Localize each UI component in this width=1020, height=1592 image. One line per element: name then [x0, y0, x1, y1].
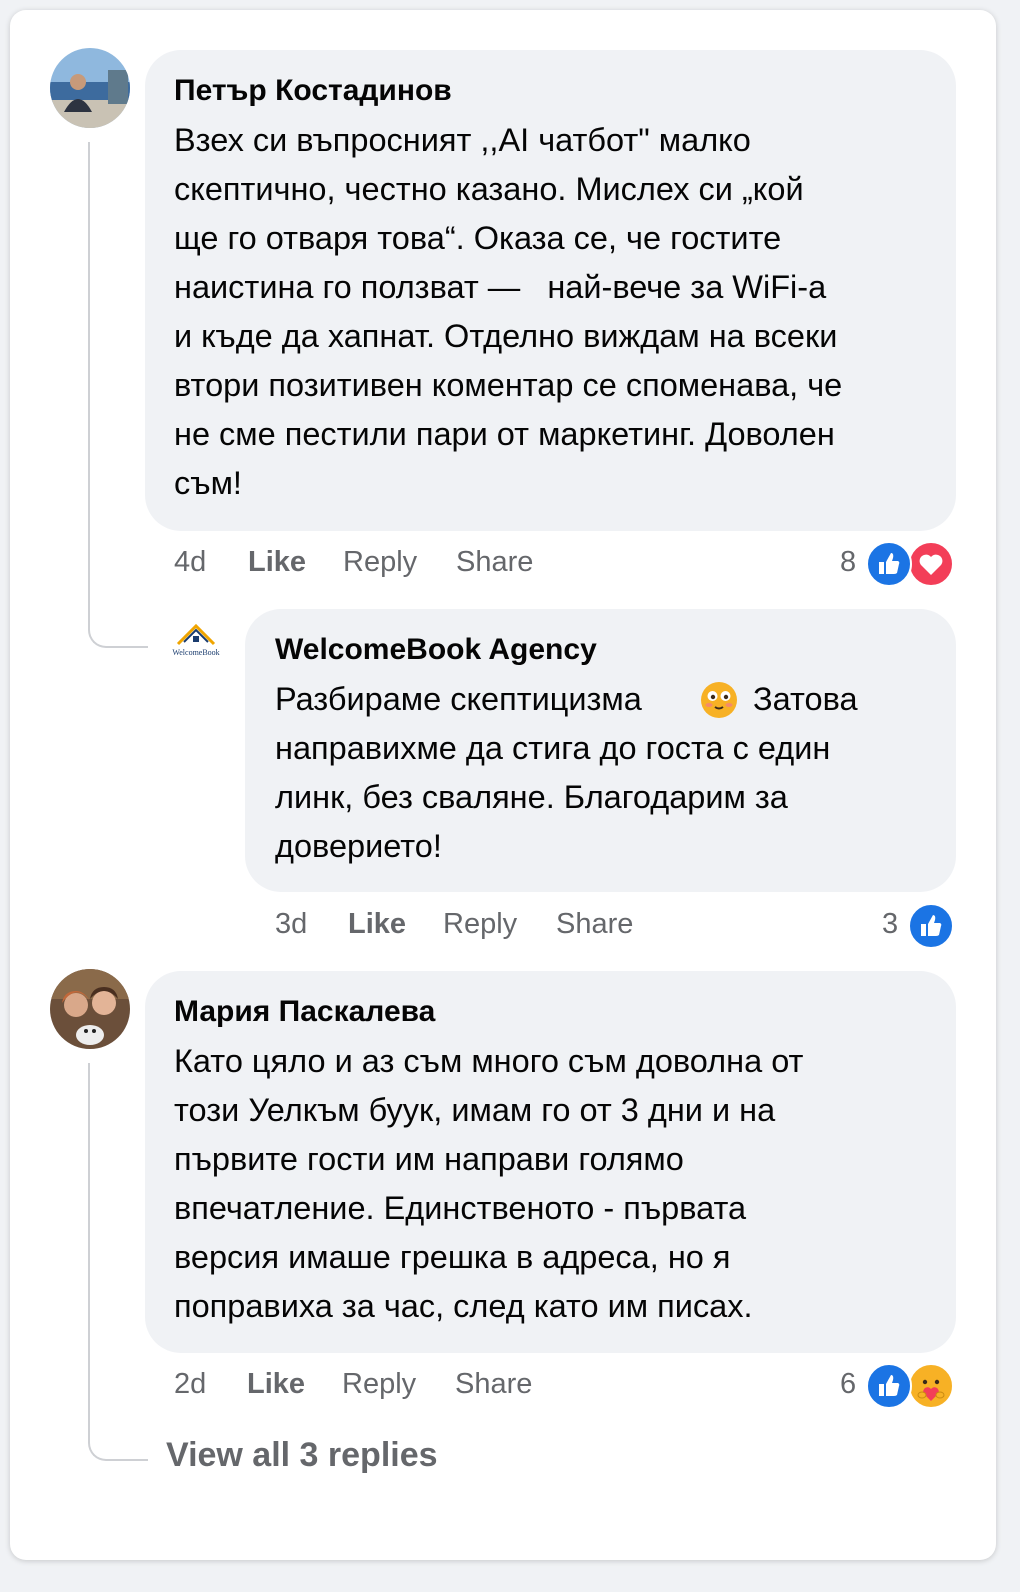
- comment-line: доверието!: [275, 828, 442, 864]
- comment-author-2[interactable]: WelcomeBook Agency: [275, 633, 597, 667]
- comment-line: не сме пестили пари от маркетинг. Доволе…: [174, 416, 835, 452]
- comment-line: скептично, честно казано. Мислех си „кой: [174, 171, 804, 207]
- welcomebook-logo-text: WelcomeBook: [172, 648, 220, 657]
- love-icon[interactable]: [908, 541, 954, 587]
- comment-line: Разбираме скептицизма: [275, 681, 642, 717]
- comment-time[interactable]: 2d: [174, 1368, 206, 1401]
- comment-line: поправиха за час, след като им писах.: [174, 1288, 753, 1324]
- reaction-count[interactable]: 6: [840, 1368, 856, 1401]
- comment-line: и къде да хапнат. Отделно виждам на всек…: [174, 318, 838, 354]
- comment-line: наистина го ползват — най-вече за WiFi-а: [174, 269, 827, 305]
- avatar-petar[interactable]: [50, 48, 130, 128]
- reply-button[interactable]: Reply: [343, 546, 417, 579]
- avatar-maria[interactable]: [50, 969, 130, 1049]
- smiling-face-emoji-icon: [699, 680, 739, 720]
- share-button[interactable]: Share: [556, 908, 633, 941]
- comment-line: линк, без сваляне. Благодарим за: [275, 779, 788, 815]
- comment-line: втори позитивен коментар се споменава, ч…: [174, 367, 843, 403]
- reply-button[interactable]: Reply: [342, 1368, 416, 1401]
- comment-line: първите гости им направи голямо: [174, 1141, 684, 1177]
- reply-button[interactable]: Reply: [443, 908, 517, 941]
- comment-author-3[interactable]: Мария Паскалева: [174, 995, 435, 1029]
- like-button[interactable]: Like: [348, 908, 406, 941]
- like-icon[interactable]: [908, 903, 954, 949]
- thread-line-2: [88, 1063, 148, 1461]
- view-all-replies-link[interactable]: View all 3 replies: [166, 1436, 438, 1475]
- like-icon[interactable]: [866, 1363, 912, 1409]
- share-button[interactable]: Share: [456, 546, 533, 579]
- care-icon[interactable]: [908, 1363, 954, 1409]
- like-button[interactable]: Like: [248, 546, 306, 579]
- comment-time[interactable]: 3d: [275, 908, 307, 941]
- thread-line-1: [88, 142, 148, 648]
- comment-line: ще го отваря това“. Оказа се, че гостите: [174, 220, 782, 256]
- comment-line: версия имаше грешка в адреса, но я: [174, 1239, 731, 1275]
- comment-line: впечатление. Единственото - първата: [174, 1190, 747, 1226]
- reaction-count[interactable]: 8: [840, 546, 856, 579]
- like-icon[interactable]: [866, 541, 912, 587]
- comment-line: направихме да стига до госта с един: [275, 730, 831, 766]
- comment-line: Като цяло и аз съм много съм доволна от: [174, 1043, 804, 1079]
- comment-line: съм!: [174, 465, 242, 501]
- avatar-welcomebook[interactable]: WelcomeBook: [168, 614, 224, 670]
- comment-time[interactable]: 4d: [174, 546, 206, 579]
- comment-line: този Уелкъм буук, имам го от 3 дни и на: [174, 1092, 776, 1128]
- comment-line: Затова: [753, 681, 858, 717]
- welcomebook-logo-icon: [176, 623, 216, 646]
- share-button[interactable]: Share: [455, 1368, 532, 1401]
- comment-line: Взех си въпросният ,,AI чатбот" малко: [174, 122, 751, 158]
- comment-author-1[interactable]: Петър Костадинов: [174, 74, 452, 108]
- like-button[interactable]: Like: [247, 1368, 305, 1401]
- reaction-count[interactable]: 3: [882, 908, 898, 941]
